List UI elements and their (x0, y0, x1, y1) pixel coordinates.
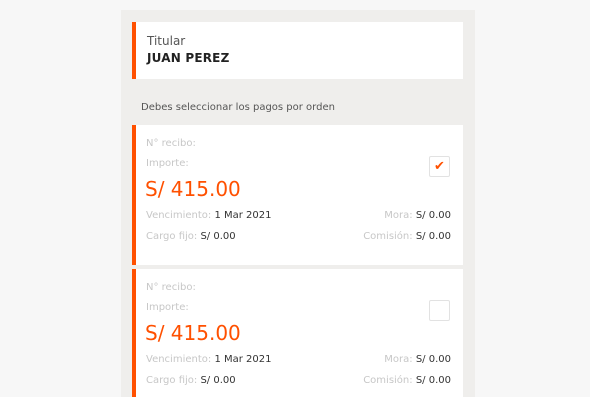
commission: Comisión: S/ 0.00 (363, 231, 451, 242)
payment-card[interactable]: N° recibo: Importe: S/ 415.00 ✔ Vencimie… (132, 125, 463, 265)
commission-label: Comisión: (363, 231, 413, 242)
fixed-charge-label: Cargo fijo: (146, 375, 198, 386)
fixed-charge-value: S/ 0.00 (200, 231, 236, 242)
amount-value: S/ 415.00 (145, 321, 241, 345)
amount-label: Importe: (146, 158, 189, 169)
amount-label: Importe: (146, 302, 189, 313)
due-date-label: Vencimiento: (146, 354, 212, 365)
payment-accent-bar (132, 269, 136, 397)
late-fee: Mora: S/ 0.00 (384, 354, 451, 365)
due-date-label: Vencimiento: (146, 210, 212, 221)
checkmark-icon: ✔ (434, 159, 445, 174)
late-fee: Mora: S/ 0.00 (384, 210, 451, 221)
payment-checkbox[interactable] (429, 300, 450, 321)
due-date-value: 1 Mar 2021 (214, 210, 272, 221)
fixed-charge-label: Cargo fijo: (146, 231, 198, 242)
receipt-label: N° recibo: (146, 138, 196, 149)
commission: Comisión: S/ 0.00 (363, 375, 451, 386)
commission-value: S/ 0.00 (415, 231, 451, 242)
holder-label: Titular (147, 34, 186, 48)
payment-card[interactable]: N° recibo: Importe: S/ 415.00 Vencimient… (132, 269, 463, 397)
holder-accent-bar (132, 22, 136, 79)
late-fee-value: S/ 0.00 (415, 210, 451, 221)
due-date-value: 1 Mar 2021 (214, 354, 272, 365)
instruction-text: Debes seleccionar los pagos por orden (141, 102, 335, 113)
commission-value: S/ 0.00 (415, 375, 451, 386)
payment-accent-bar (132, 125, 136, 265)
late-fee-label: Mora: (384, 210, 413, 221)
fixed-charge-value: S/ 0.00 (200, 375, 236, 386)
payments-panel: Titular JUAN PEREZ Debes seleccionar los… (121, 10, 475, 397)
amount-value: S/ 415.00 (145, 177, 241, 201)
fixed-charge: Cargo fijo: S/ 0.00 (146, 375, 236, 386)
fixed-charge: Cargo fijo: S/ 0.00 (146, 231, 236, 242)
late-fee-value: S/ 0.00 (415, 354, 451, 365)
holder-card: Titular JUAN PEREZ (132, 22, 463, 79)
commission-label: Comisión: (363, 375, 413, 386)
due-date: Vencimiento: 1 Mar 2021 (146, 210, 271, 221)
holder-name: JUAN PEREZ (147, 51, 230, 65)
receipt-label: N° recibo: (146, 282, 196, 293)
payment-checkbox[interactable]: ✔ (429, 156, 450, 177)
due-date: Vencimiento: 1 Mar 2021 (146, 354, 271, 365)
late-fee-label: Mora: (384, 354, 413, 365)
